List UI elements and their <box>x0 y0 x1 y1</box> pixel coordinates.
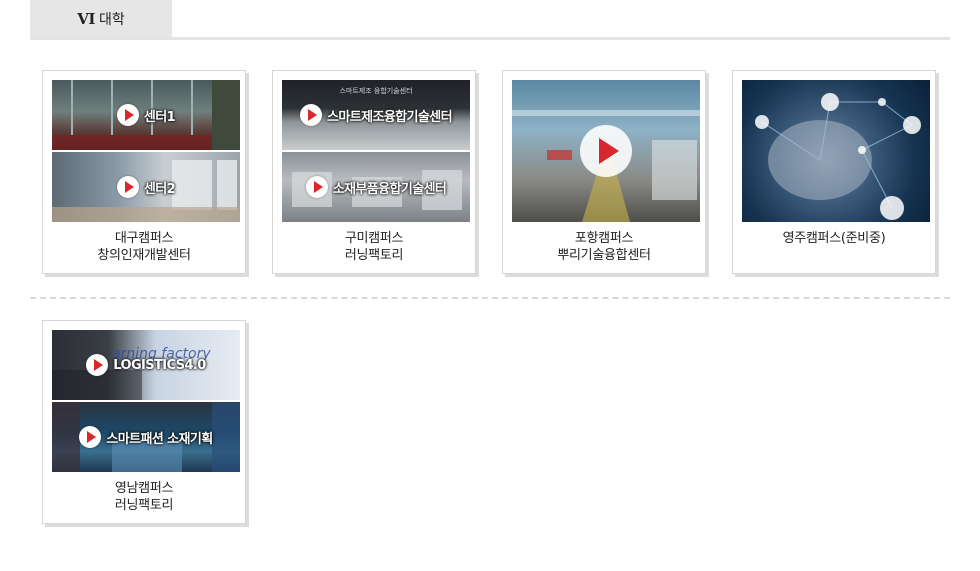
video-label: 스마트패션 소재기획 <box>106 431 213 447</box>
campus-thumbnail <box>742 80 930 222</box>
campus-thumbnail: 센터1 센터2 <box>52 80 240 222</box>
campus-card-yeongju: 영주캠퍼스(준비중) <box>732 70 936 274</box>
campus-caption: 영남캠퍼스 러닝팩토리 <box>43 480 245 514</box>
tab-label: 대학 <box>98 11 125 28</box>
campus-card-pohang: 포항캠퍼스 뿌리기술융합센터 <box>502 70 706 274</box>
section-tab-bar: VI 대학 <box>30 0 950 40</box>
campus-name: 포항캠퍼스 <box>574 231 634 246</box>
video-thumb-center1: 센터1 <box>52 80 240 150</box>
video-thumb-center2: 센터2 <box>52 152 240 222</box>
play-icon <box>116 176 139 198</box>
video-button-logistics[interactable]: LOGISTICS4.0 <box>52 330 240 400</box>
play-icon <box>305 176 328 198</box>
campus-caption: 구미캠퍼스 러닝팩토리 <box>273 230 475 264</box>
tab-university[interactable]: VI 대학 <box>30 0 172 37</box>
campus-card-yeongnam: arning factory LOGISTICS4.0 스마트패션 소재기획 영… <box>42 320 246 524</box>
tab-brand: VI <box>77 9 95 28</box>
campus-name: 구미캠퍼스 <box>344 231 404 246</box>
video-button-materials[interactable]: 소재부품융합기술센터 <box>282 152 470 222</box>
campus-caption: 영주캠퍼스(준비중) <box>733 230 935 247</box>
network-graphic <box>755 93 921 220</box>
campus-thumbnail: 스마트제조 융합기술센터 스마트제조융합기술센터 소재부품융합기술센터 <box>282 80 470 222</box>
play-icon[interactable] <box>580 125 632 177</box>
brain-network-image <box>742 80 930 222</box>
play-icon <box>86 354 109 376</box>
facility-name: 러닝팩토리 <box>344 248 404 263</box>
campus-thumbnail <box>512 80 700 222</box>
video-button-center1[interactable]: 센터1 <box>52 80 240 150</box>
campus-name: 영주캠퍼스(준비중) <box>782 231 886 246</box>
video-thumb-smart-manufacturing: 스마트제조 융합기술센터 스마트제조융합기술센터 <box>282 80 470 150</box>
play-icon <box>116 104 139 126</box>
video-button-smart-manufacturing[interactable]: 스마트제조융합기술센터 <box>282 80 470 150</box>
video-label: 센터1 <box>143 109 176 125</box>
campus-caption: 대구캠퍼스 창의인재개발센터 <box>43 230 245 264</box>
video-thumb-logistics: arning factory LOGISTICS4.0 <box>52 330 240 400</box>
video-button-smart-fashion[interactable]: 스마트패션 소재기획 <box>52 402 240 472</box>
video-thumb-smart-fashion: 스마트패션 소재기획 <box>52 402 240 472</box>
video-label: 스마트제조융합기술센터 <box>327 109 453 125</box>
campus-thumbnail: arning factory LOGISTICS4.0 스마트패션 소재기획 <box>52 330 240 472</box>
campus-card-gumi: 스마트제조 융합기술센터 스마트제조융합기술센터 소재부품융합기술센터 구미캠퍼… <box>272 70 476 274</box>
campus-caption: 포항캠퍼스 뿌리기술융합센터 <box>503 230 705 264</box>
play-icon <box>79 426 102 448</box>
video-label: 소재부품융합기술센터 <box>332 181 447 197</box>
video-thumb-pohang <box>512 80 700 222</box>
play-icon <box>300 104 323 126</box>
video-thumb-materials: 소재부품융합기술센터 <box>282 152 470 222</box>
facility-name: 창의인재개발센터 <box>97 248 191 263</box>
facility-name: 뿌리기술융합센터 <box>557 248 651 263</box>
video-label: LOGISTICS4.0 <box>113 357 206 373</box>
campus-card-daegu: 센터1 센터2 대구캠퍼스 창의인재개발센터 <box>42 70 246 274</box>
section-divider <box>30 297 950 299</box>
video-label: 센터2 <box>143 181 176 197</box>
facility-name: 러닝팩토리 <box>114 498 174 513</box>
campus-name: 대구캠퍼스 <box>114 231 174 246</box>
video-button-center2[interactable]: 센터2 <box>52 152 240 222</box>
campus-name: 영남캠퍼스 <box>114 481 174 496</box>
